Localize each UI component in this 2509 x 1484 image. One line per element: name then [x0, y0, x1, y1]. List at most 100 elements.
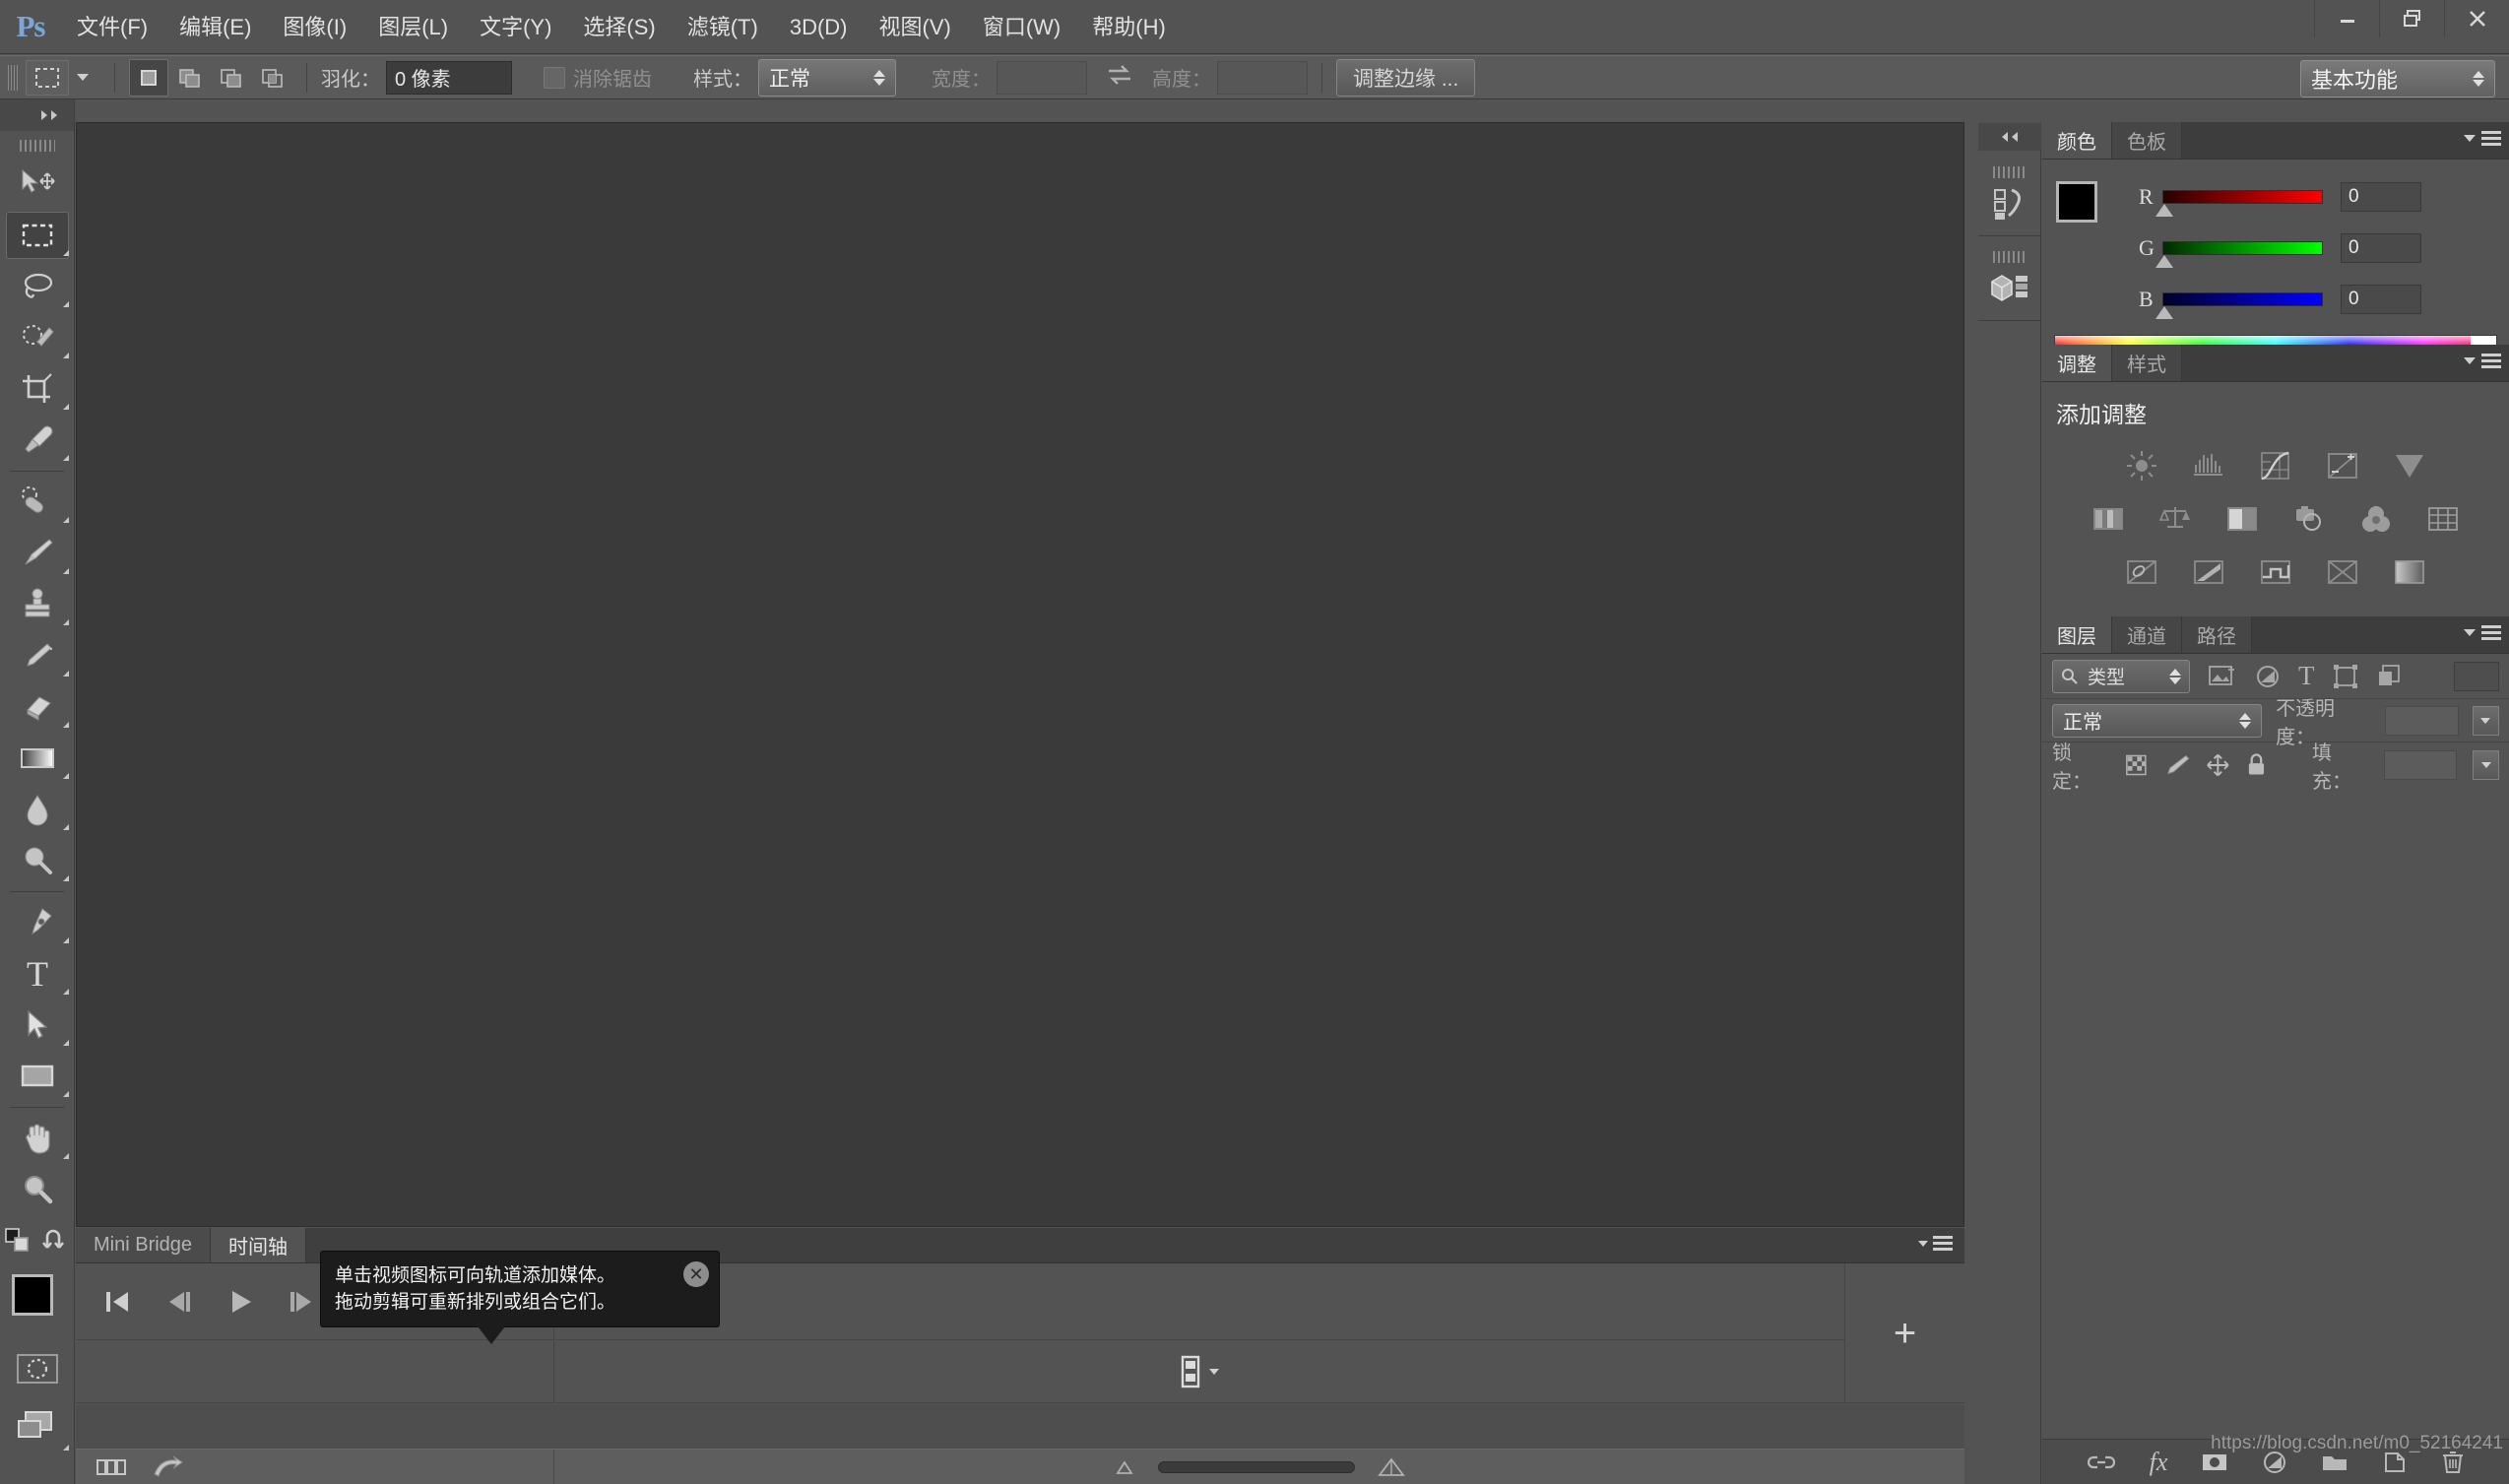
- foreground-background-colors[interactable]: [0, 1266, 75, 1341]
- opacity-input[interactable]: [2385, 706, 2459, 736]
- add-track-button[interactable]: +: [1894, 1314, 1916, 1353]
- rectangular-marquee-tool[interactable]: [0, 210, 75, 261]
- green-channel-knob[interactable]: [2155, 255, 2173, 268]
- subtract-from-selection-button[interactable]: [212, 59, 251, 97]
- refine-edge-button[interactable]: 调整边缘 ...: [1336, 59, 1475, 97]
- layer-style-fx-icon[interactable]: fx: [2150, 1448, 2168, 1477]
- adjustments-panel-menu-button[interactable]: [2462, 354, 2501, 368]
- black-white-icon[interactable]: [2221, 498, 2263, 540]
- tooltip-close-icon[interactable]: ✕: [683, 1261, 709, 1287]
- vibrance-icon[interactable]: [2389, 445, 2430, 486]
- curves-icon[interactable]: [2255, 445, 2296, 486]
- timeline-panel-menu-button[interactable]: [1916, 1236, 1953, 1251]
- minimize-button[interactable]: [2314, 0, 2379, 37]
- menu-file[interactable]: 文件(F): [61, 0, 163, 54]
- move-tool[interactable]: [0, 159, 75, 210]
- add-to-selection-button[interactable]: [170, 59, 210, 97]
- layer-filter-kind-select[interactable]: 类型: [2052, 660, 2190, 693]
- intersect-selection-button[interactable]: [253, 59, 292, 97]
- green-channel-slider[interactable]: [2162, 241, 2323, 255]
- dodge-tool[interactable]: [0, 835, 75, 886]
- options-bar-grip[interactable]: [8, 65, 18, 91]
- brightness-contrast-icon[interactable]: [2121, 445, 2162, 486]
- posterize-icon[interactable]: [2188, 551, 2229, 593]
- tab-timeline[interactable]: 时间轴: [211, 1228, 306, 1262]
- opacity-dropdown-button[interactable]: [2473, 706, 2499, 736]
- layers-panel-menu-button[interactable]: [2462, 625, 2501, 640]
- antialias-checkbox[interactable]: [544, 67, 565, 89]
- color-balance-icon[interactable]: [2155, 498, 2196, 540]
- lock-pixels-icon[interactable]: [2164, 752, 2191, 778]
- menu-image[interactable]: 图像(I): [267, 0, 362, 54]
- red-channel-slider[interactable]: [2162, 190, 2323, 204]
- foreground-color-swatch[interactable]: [12, 1274, 53, 1316]
- feather-input[interactable]: 0 像素: [386, 61, 512, 95]
- close-button[interactable]: [2444, 0, 2509, 37]
- adjustment-layer-filter-icon[interactable]: [2255, 664, 2281, 689]
- threshold-icon[interactable]: [2255, 551, 2296, 593]
- clone-stamp-tool[interactable]: [0, 579, 75, 630]
- pixel-layer-filter-icon[interactable]: [2208, 664, 2237, 689]
- swap-width-height-button[interactable]: [1105, 63, 1134, 92]
- type-tool[interactable]: T: [0, 948, 75, 1000]
- blue-channel-slider[interactable]: [2162, 292, 2323, 306]
- layer-filter-toggle[interactable]: [2454, 662, 2499, 691]
- menu-type[interactable]: 文字(Y): [464, 0, 567, 54]
- pen-tool[interactable]: [0, 897, 75, 948]
- eyedropper-tool[interactable]: [0, 415, 75, 466]
- zoom-tool[interactable]: [0, 1164, 75, 1215]
- tab-swatches[interactable]: 色板: [2112, 122, 2182, 159]
- style-select[interactable]: 正常: [758, 59, 896, 97]
- photo-filter-icon[interactable]: [2288, 498, 2330, 540]
- swap-colors-icon[interactable]: [41, 1228, 69, 1254]
- link-layers-icon[interactable]: [2087, 1452, 2116, 1473]
- green-channel-value[interactable]: 0: [2341, 233, 2421, 263]
- path-selection-tool[interactable]: [0, 1000, 75, 1051]
- play-icon[interactable]: [224, 1287, 257, 1317]
- workspace-select[interactable]: 基本功能: [2300, 60, 2495, 97]
- type-layer-filter-icon[interactable]: T: [2298, 663, 2315, 689]
- timeline-track-header[interactable]: [76, 1340, 554, 1403]
- shape-layer-filter-icon[interactable]: [2333, 664, 2358, 689]
- canvas-workspace[interactable]: [76, 122, 1964, 1227]
- timeline-zoom-slider[interactable]: [1158, 1461, 1355, 1473]
- tool-preset-chevron-down-icon[interactable]: [77, 74, 89, 81]
- channel-mixer-icon[interactable]: [2355, 498, 2397, 540]
- dock-collapse-button[interactable]: [1978, 123, 2041, 151]
- height-input[interactable]: [1217, 61, 1308, 95]
- lock-transparency-icon[interactable]: [2124, 752, 2149, 778]
- step-forward-icon[interactable]: [285, 1287, 318, 1317]
- healing-brush-tool[interactable]: [0, 477, 75, 528]
- invert-icon[interactable]: [2121, 551, 2162, 593]
- hue-saturation-icon[interactable]: [2088, 498, 2129, 540]
- red-channel-knob[interactable]: [2155, 204, 2173, 217]
- red-channel-value[interactable]: 0: [2341, 182, 2421, 212]
- rectangle-tool[interactable]: [0, 1051, 75, 1102]
- history-panel-button[interactable]: [1978, 152, 2041, 236]
- levels-icon[interactable]: [2188, 445, 2229, 486]
- selective-color-icon[interactable]: [2389, 551, 2430, 593]
- add-media-control[interactable]: [1180, 1355, 1221, 1388]
- lasso-tool[interactable]: [0, 261, 75, 312]
- tools-collapse-button[interactable]: [0, 99, 74, 131]
- tools-grip[interactable]: [20, 137, 55, 155]
- quick-mask-button[interactable]: [0, 1341, 75, 1396]
- fill-dropdown-button[interactable]: [2473, 750, 2499, 780]
- convert-to-frame-animation-icon[interactable]: [96, 1455, 129, 1479]
- width-input[interactable]: [997, 61, 1087, 95]
- zoom-out-small-icon[interactable]: [1113, 1457, 1136, 1477]
- blur-tool[interactable]: [0, 784, 75, 835]
- tab-mini-bridge[interactable]: Mini Bridge: [76, 1228, 211, 1262]
- default-colors-icon[interactable]: [5, 1228, 31, 1254]
- tab-styles[interactable]: 样式: [2112, 345, 2182, 381]
- color-panel-menu-button[interactable]: [2462, 131, 2501, 146]
- history-brush-tool[interactable]: [0, 630, 75, 681]
- lock-all-icon[interactable]: [2246, 752, 2267, 778]
- tab-layers[interactable]: 图层: [2042, 616, 2112, 653]
- zoom-in-large-icon[interactable]: [1377, 1456, 1406, 1478]
- menu-3d[interactable]: 3D(D): [774, 0, 864, 54]
- smart-object-filter-icon[interactable]: [2376, 664, 2402, 689]
- lock-position-icon[interactable]: [2206, 752, 2230, 778]
- skip-start-icon[interactable]: [101, 1287, 135, 1317]
- tab-paths[interactable]: 路径: [2182, 616, 2252, 653]
